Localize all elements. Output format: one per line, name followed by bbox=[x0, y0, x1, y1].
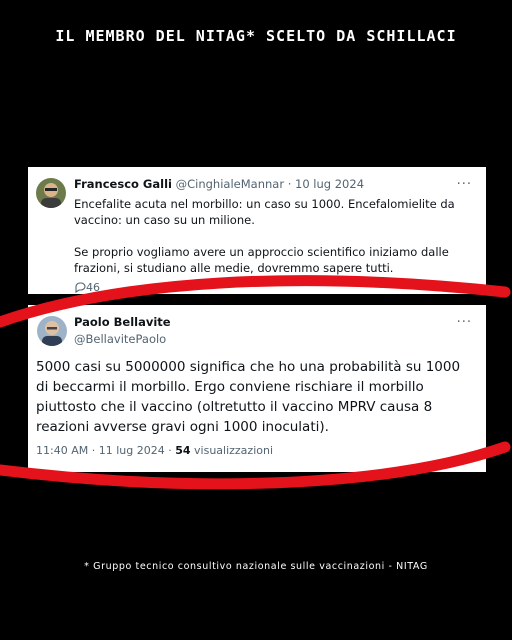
footnote: * Gruppo tecnico consultivo nazionale su… bbox=[84, 561, 428, 572]
red-swoosh-highlight bbox=[0, 275, 511, 490]
